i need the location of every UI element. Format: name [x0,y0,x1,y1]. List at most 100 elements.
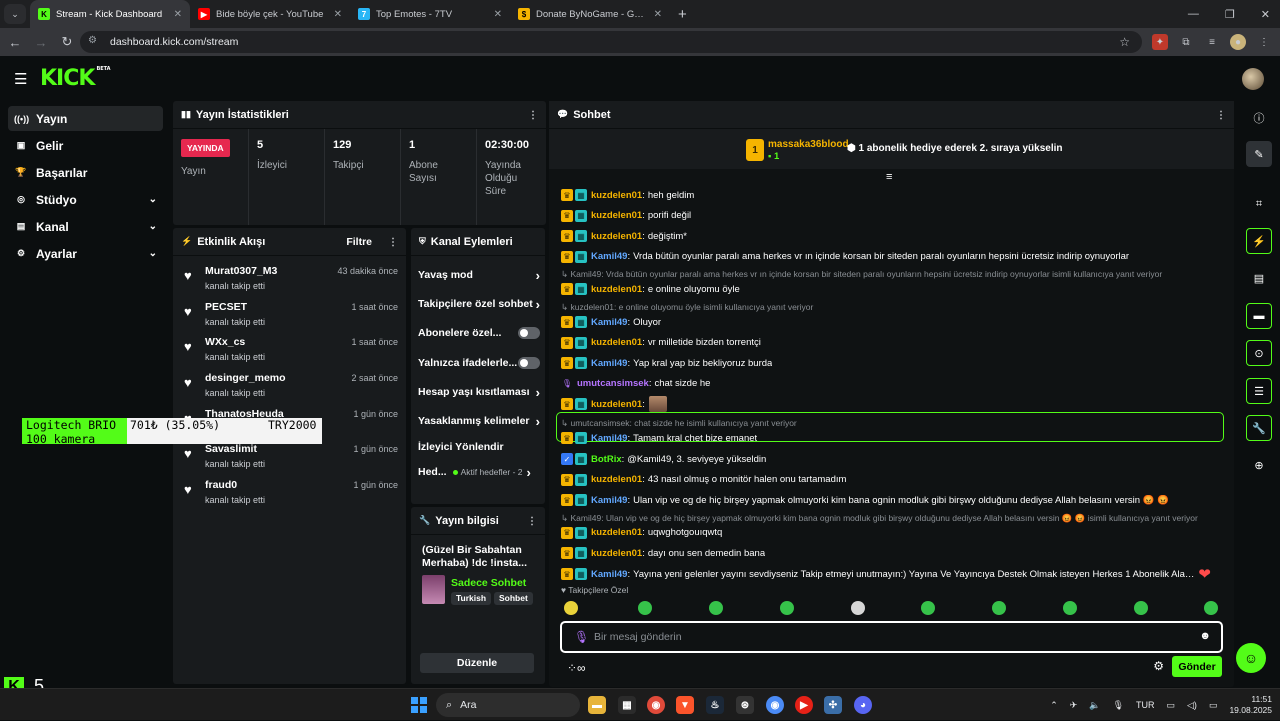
network-app-icon[interactable]: ✣ [824,696,842,714]
chevron-right-icon[interactable]: › [526,465,530,480]
steam-icon[interactable]: ♨ [706,696,724,714]
sidebar-item-trophy[interactable]: 🏆 Başarılar [8,160,163,185]
tray-app-icon[interactable]: ✈ [1070,700,1078,711]
chrome-active-icon[interactable]: ◉ [766,696,784,714]
edit-stream-button[interactable]: Düzenle [420,653,534,673]
tab-search-button[interactable]: ⌄ [4,4,26,24]
chrome-icon[interactable]: ◉ [647,696,665,714]
browser-tab[interactable]: K Stream - Kick Dashboard ✕ [30,0,190,28]
reload-icon[interactable]: ↻ [56,34,78,50]
activity-user[interactable]: Savaslimit [205,443,257,455]
chat-username[interactable]: kuzdelen01 [591,527,642,538]
channel-action-6[interactable]: İzleyici Yönlendir [418,436,540,458]
stream-info-more-icon[interactable]: ⋮ [527,516,537,527]
close-tab-icon[interactable]: ✕ [174,9,182,20]
tag-turkish[interactable]: Turkish [451,592,492,605]
sidebar-item-settings[interactable]: ⚙ Ayarlar ⌄ [8,241,163,266]
emote-icon[interactable] [851,601,865,615]
activity-more-icon[interactable]: ⋮ [388,237,398,248]
lightning-icon[interactable]: ⚡ [1246,228,1272,254]
store-icon[interactable]: ▦ [618,696,636,714]
discord-icon[interactable]: ◕ [854,696,872,714]
emote-icon[interactable] [992,601,1006,615]
activity-filter-button[interactable]: Filtre [346,236,372,248]
browser-tab[interactable]: 7 Top Emotes - 7TV ✕ [350,0,510,28]
emote-icon[interactable] [564,601,578,615]
chat-username[interactable]: kuzdelen01 [591,210,642,221]
app-icon[interactable]: ⊛ [736,696,754,714]
chat-username[interactable]: kuzdelen01 [591,474,642,485]
chat-username[interactable]: kuzdelen01 [591,284,642,295]
layout-icon[interactable]: ☰ [1246,378,1272,404]
taskbar-search[interactable]: ⌕ Ara [436,693,580,717]
channel-action-0[interactable]: Yavaş mod › [418,264,540,286]
emote-icon[interactable] [921,601,935,615]
channel-action-7[interactable]: Hed... Aktif hedefler - 2 › [418,461,540,483]
emote-icon[interactable] [638,601,652,615]
media-controls-icon[interactable]: ≡ [1204,34,1220,50]
close-tab-icon[interactable]: ✕ [494,9,502,20]
support-chat-button[interactable]: ☺ [1236,643,1266,673]
chat-points-icon[interactable]: ⁘∞ [567,661,586,675]
profile-icon[interactable]: ● [1230,34,1246,50]
close-tab-icon[interactable]: ✕ [654,9,662,20]
tag-sohbet[interactable]: Sohbet [494,592,533,605]
chat-username[interactable]: Kamil49 [591,433,627,444]
emote-icon[interactable] [1063,601,1077,615]
file-explorer-icon[interactable]: ▬ [588,696,606,714]
menu-icon[interactable]: ☰ [14,70,27,88]
game-controller-icon[interactable]: ⊕ [1246,452,1272,478]
emoji-picker-icon[interactable]: ☻ [1199,630,1211,642]
sidebar-item-broadcast[interactable]: ((•)) Yayın [8,106,163,131]
activity-user[interactable]: desinger_memo [205,372,286,384]
brave-icon[interactable]: ▼ [676,696,694,714]
screenshot-icon[interactable]: ⌗ [1246,191,1272,217]
microphone-icon[interactable]: 🎙 [574,630,589,644]
mic-tray-icon[interactable]: 🎙 [1113,700,1124,711]
activity-user[interactable]: Murat0307_M3 [205,265,277,277]
emote-icon[interactable] [1134,601,1148,615]
chevron-down-icon[interactable]: ⌄ [149,248,157,259]
bookmark-star-icon[interactable]: ☆ [1119,35,1130,49]
minimize-icon[interactable]: — [1188,8,1199,20]
channel-action-2[interactable]: Abonelere özel... [418,322,540,344]
sidebar-item-studio[interactable]: ◎ Stüdyo ⌄ [8,187,163,212]
language-indicator[interactable]: TUR [1136,700,1155,710]
chat-username[interactable]: kuzdelen01 [591,548,642,559]
volume-icon[interactable]: ◁) [1187,700,1197,711]
chat-message-input[interactable] [594,630,1174,644]
tools-icon[interactable]: 🔧 [1246,415,1272,441]
send-button[interactable]: Gönder [1172,656,1222,677]
sidebar-item-revenue[interactable]: ▣ Gelir [8,133,163,158]
network-icon[interactable]: ▭ [1167,700,1176,711]
chat-username[interactable]: BotRix [591,454,622,465]
top-gifter[interactable]: massaka36blood [768,139,849,150]
chat-username[interactable]: Kamil49 [591,251,627,262]
site-info-icon[interactable]: ⚙ [88,35,102,49]
chevron-right-icon[interactable]: › [536,385,540,400]
chevron-down-icon[interactable]: ⌄ [149,194,157,205]
tray-chevron-icon[interactable]: ⌃ [1050,700,1058,711]
toggle-switch[interactable] [518,327,540,339]
kick-logo[interactable]: KICK BETA [40,66,111,91]
chat-username[interactable]: Kamil49 [591,317,627,328]
broadcast-rail-icon[interactable]: ⊙ [1246,340,1272,366]
close-window-icon[interactable]: ✕ [1261,8,1270,21]
chat-username[interactable]: Kamil49 [591,358,627,369]
chat-username[interactable]: Kamil49 [591,569,627,580]
youtube-music-icon[interactable]: ▶ [795,696,813,714]
back-icon[interactable]: ← [4,35,26,50]
document-icon[interactable]: ▤ [1246,265,1272,291]
info-icon[interactable]: ⓘ [1246,105,1272,131]
chevron-down-icon[interactable]: ⌄ [149,221,157,232]
stats-more-icon[interactable]: ⋮ [528,110,538,121]
channel-action-3[interactable]: Yalnızca ifadelerle... [418,352,540,374]
chat-username[interactable]: kuzdelen01 [591,190,642,201]
browser-tab[interactable]: ▶ Bide böyle çek - YouTube ✕ [190,0,350,28]
channel-action-4[interactable]: Hesap yaşı kısıtlaması › [418,381,540,403]
chat-rail-icon[interactable]: ▬ [1246,303,1272,329]
chat-settings-icon[interactable]: ⚙ [1153,659,1164,673]
speaker-icon[interactable]: 🔈 [1089,700,1100,711]
sidebar-item-channel[interactable]: ▤ Kanal ⌄ [8,214,163,239]
chat-more-icon[interactable]: ⋮ [1216,110,1226,121]
